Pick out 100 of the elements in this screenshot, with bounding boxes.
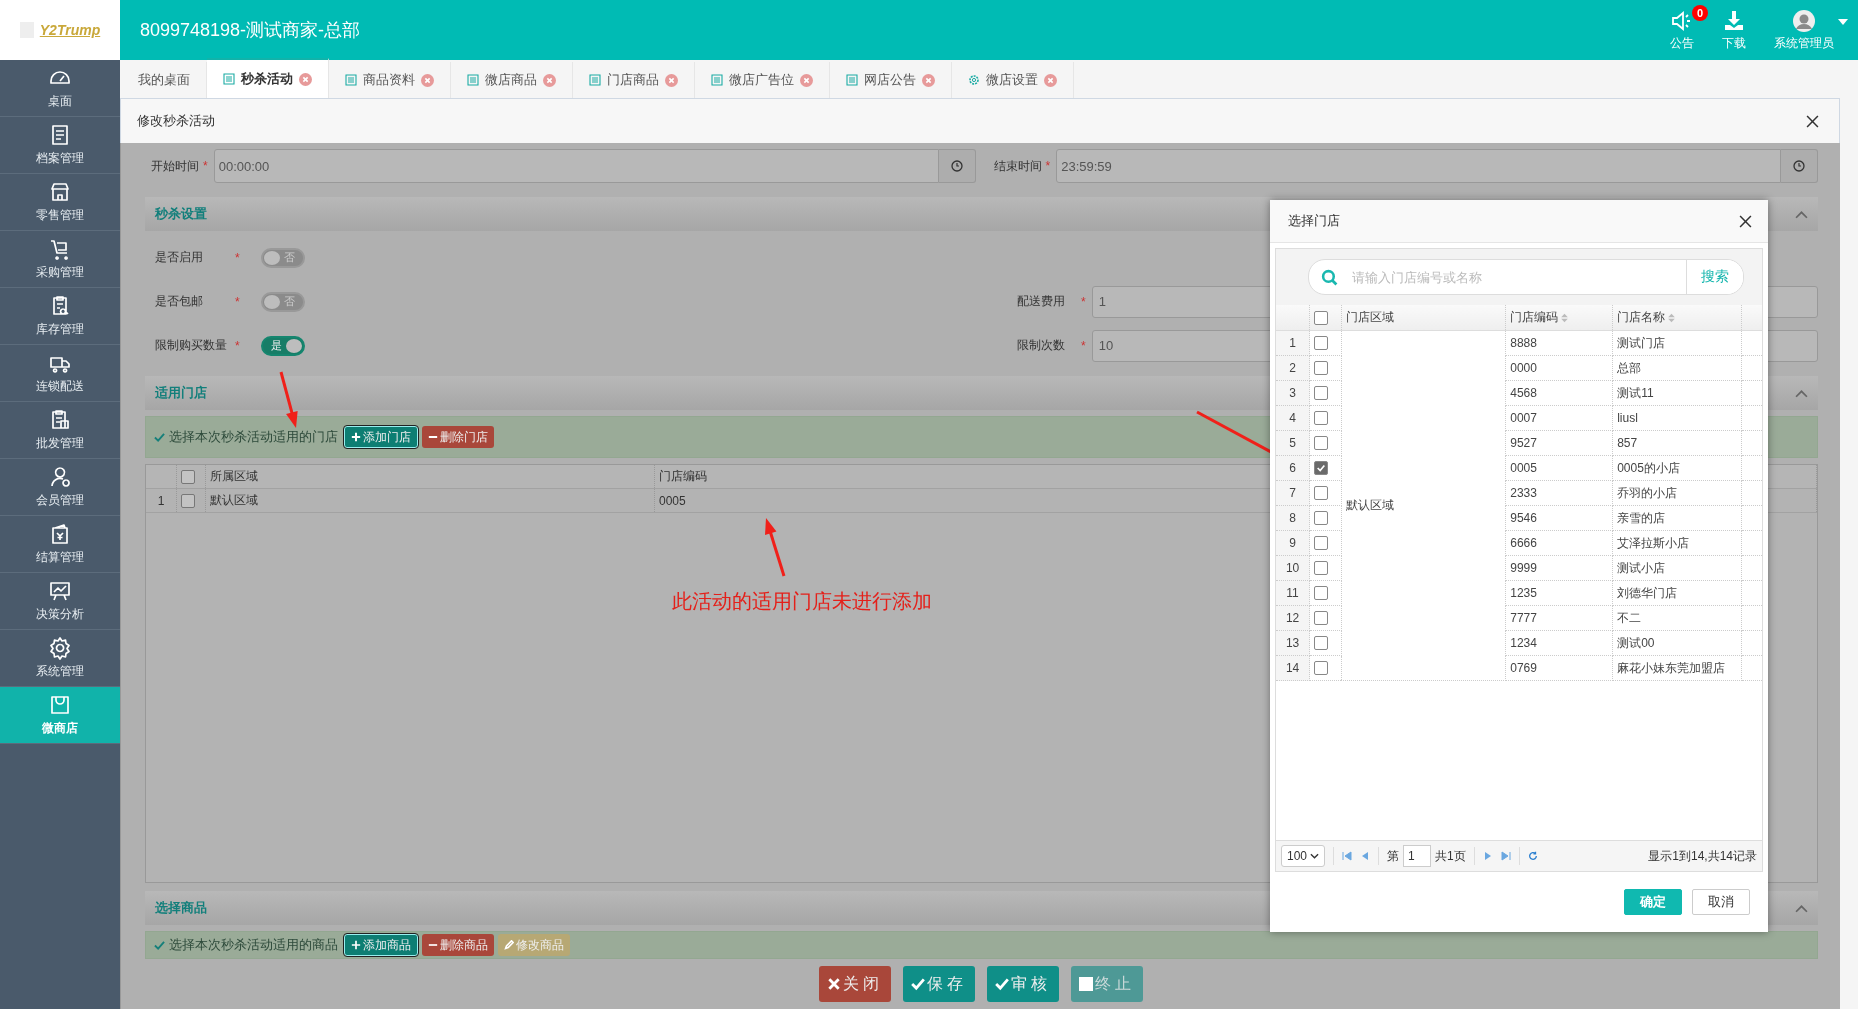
checkbox[interactable] xyxy=(1314,310,1329,325)
user-icon xyxy=(48,465,72,489)
last-page-icon[interactable] xyxy=(1500,851,1511,861)
checkbox[interactable] xyxy=(1314,411,1329,426)
checkbox[interactable] xyxy=(1314,361,1329,376)
table-cell: 1234 xyxy=(1505,630,1613,656)
table-cell: 默认区域 xyxy=(205,488,655,513)
table-cell: 0769 xyxy=(1505,655,1613,681)
required-mark: * xyxy=(203,159,208,173)
table-cell: 857 xyxy=(1612,430,1742,456)
annotation-text: 此活动的适用门店未进行添加 xyxy=(672,589,932,614)
checkbox[interactable] xyxy=(1314,336,1329,351)
toggle-switch[interactable]: 是 xyxy=(261,335,305,356)
table-cell: 4568 xyxy=(1505,380,1613,406)
clock-icon xyxy=(950,160,963,172)
next-page-icon[interactable] xyxy=(1482,851,1493,861)
table-cell: 总部 xyxy=(1612,355,1742,381)
table-cell: 默认区域 xyxy=(1341,330,1506,681)
footer-button[interactable]: 关闭 xyxy=(818,966,891,1002)
checkbox[interactable] xyxy=(1314,386,1329,401)
chevron-up-icon[interactable] xyxy=(1795,388,1808,398)
column-header[interactable]: 门店名称 xyxy=(1612,305,1742,331)
table-cell: 测试门店 xyxy=(1612,330,1742,356)
list-icon xyxy=(467,74,479,86)
checkbox[interactable] xyxy=(1314,561,1329,576)
row-number: 4 xyxy=(1276,405,1310,431)
row-number: 12 xyxy=(1276,605,1310,631)
field-label: 限制次数 xyxy=(1017,337,1066,354)
column-header[interactable]: 门店区域 xyxy=(1341,305,1506,331)
table-cell: 6666 xyxy=(1505,530,1613,556)
time-field[interactable]: 23:59:59 xyxy=(1056,149,1781,183)
pencil-icon xyxy=(504,940,514,950)
check-icon xyxy=(154,431,165,443)
checkbox[interactable] xyxy=(1314,461,1329,476)
tab[interactable]: 秒杀活动 xyxy=(207,58,329,98)
table-cell: liusl xyxy=(1612,405,1742,431)
footer-button[interactable]: 审核 xyxy=(986,966,1059,1002)
table-cell: 测试小店 xyxy=(1612,555,1742,581)
checkbox[interactable] xyxy=(1314,661,1329,676)
page-size-select[interactable]: 100 xyxy=(1281,845,1326,867)
dialog-button[interactable]: 取消 xyxy=(1692,889,1750,915)
list-icon xyxy=(223,73,235,85)
checkbox[interactable] xyxy=(181,469,195,484)
clock-button[interactable] xyxy=(938,149,976,183)
plus-icon xyxy=(351,940,361,950)
close-icon[interactable] xyxy=(1806,114,1819,128)
checkbox[interactable] xyxy=(1314,486,1329,501)
table-cell: 9999 xyxy=(1505,555,1613,581)
pager-label: 第 xyxy=(1387,847,1400,865)
header-action[interactable]: 公告 0 xyxy=(1656,5,1708,60)
page-input[interactable]: 1 xyxy=(1403,845,1432,867)
check-icon xyxy=(994,977,1009,991)
first-page-icon[interactable] xyxy=(1342,851,1353,861)
table-cell: 7777 xyxy=(1505,605,1613,631)
table-cell: 2333 xyxy=(1505,480,1613,506)
row-number: 13 xyxy=(1276,630,1310,656)
time-field[interactable]: 00:00:00 xyxy=(213,149,939,183)
panel-title: 修改秒杀活动 xyxy=(137,112,215,130)
plus-icon xyxy=(351,432,361,442)
column-header: 所属区域 xyxy=(205,465,655,489)
section-title: 秒杀设置 xyxy=(155,205,207,223)
field-label: 是否包邮 xyxy=(155,293,204,310)
x-icon xyxy=(826,977,841,991)
required-mark: * xyxy=(235,338,241,353)
row-number: 6 xyxy=(1276,455,1310,481)
search-icon xyxy=(1321,268,1338,286)
chevron-up-icon[interactable] xyxy=(1795,209,1808,219)
chevron-up-icon[interactable] xyxy=(1795,903,1808,913)
field-label: 配送费用 xyxy=(1017,293,1066,310)
checkbox[interactable] xyxy=(1314,611,1329,626)
close-icon[interactable] xyxy=(1739,214,1752,228)
row-number: 1 xyxy=(1276,330,1310,356)
table-cell: 8888 xyxy=(1505,330,1613,356)
action-button[interactable]: 删除门店 xyxy=(422,426,494,448)
checkbox[interactable] xyxy=(181,493,195,508)
company-title: 8099748198-测试商家-总部 xyxy=(140,19,361,42)
store-icon xyxy=(48,180,72,204)
column-header[interactable]: 门店编码 xyxy=(1505,305,1613,331)
checkbox[interactable] xyxy=(1314,586,1329,601)
notification-badge: 0 xyxy=(1692,5,1708,21)
refresh-icon[interactable] xyxy=(1527,851,1538,861)
action-button[interactable]: 删除商品 xyxy=(422,934,494,956)
action-button[interactable]: 添加商品 xyxy=(344,934,418,956)
action-button[interactable]: 添加门店 xyxy=(344,426,418,448)
table-cell: 测试00 xyxy=(1612,630,1742,656)
clock-button[interactable] xyxy=(1781,149,1818,183)
hint-text: 选择本次秒杀活动适用的商品 xyxy=(169,936,338,954)
checkbox[interactable] xyxy=(1314,536,1329,551)
table-cell: 麻花小妹东莞加盟店 xyxy=(1612,655,1742,681)
checkbox[interactable] xyxy=(1314,436,1329,451)
checkbox[interactable] xyxy=(1314,636,1329,651)
table-cell: 不二 xyxy=(1612,605,1742,631)
row-number: 8 xyxy=(1276,505,1310,531)
footer-button[interactable]: 保存 xyxy=(902,966,975,1002)
row-number: 11 xyxy=(1276,580,1310,606)
checkbox[interactable] xyxy=(1314,511,1329,526)
previous-page-icon[interactable] xyxy=(1360,851,1371,861)
required-mark: * xyxy=(1081,294,1086,309)
row-number: 1 xyxy=(146,488,177,513)
hint-text: 选择本次秒杀活动适用的门店 xyxy=(169,428,338,446)
